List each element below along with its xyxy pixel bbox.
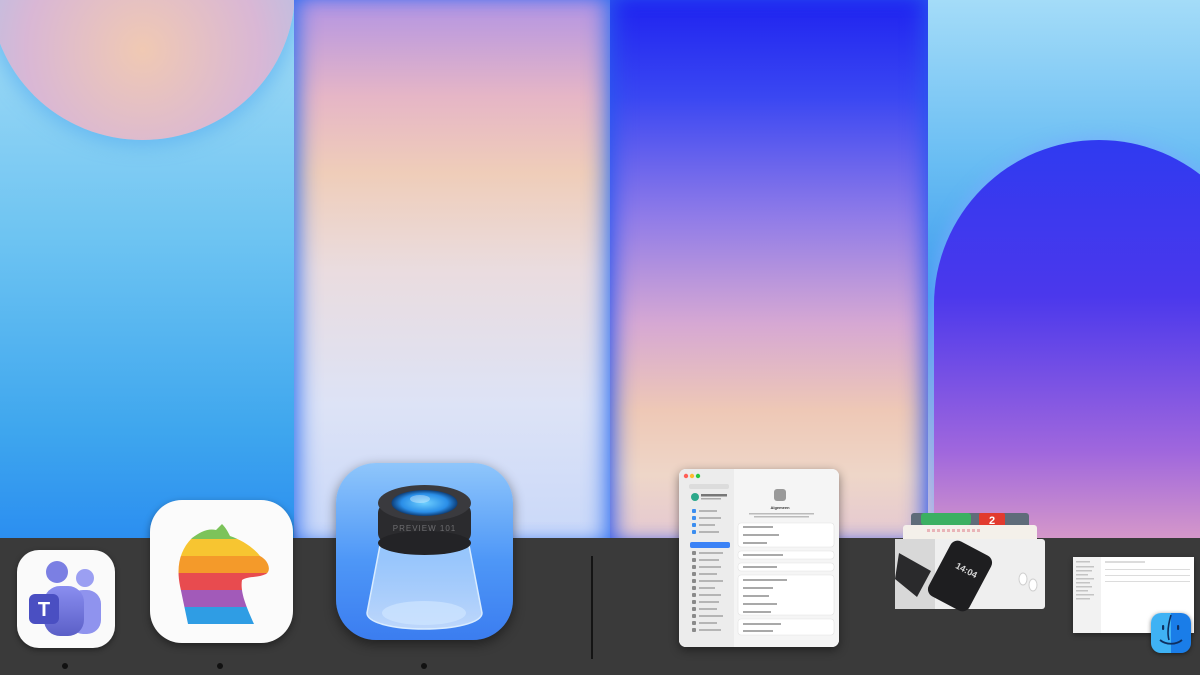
finder-app-icon[interactable] bbox=[1151, 613, 1191, 653]
finder-icon bbox=[1159, 614, 1183, 645]
settings-window-title: Algemeen bbox=[770, 505, 790, 510]
preview-app-icon[interactable]: PREVIEW 101 bbox=[336, 463, 513, 640]
wallpaper-panel-2 bbox=[294, 0, 610, 540]
teams-letter: T bbox=[38, 599, 50, 621]
teams-running-indicator bbox=[62, 663, 68, 669]
settings-window-preview: Algemeen bbox=[679, 469, 839, 647]
dock: T PREVIEW 101 Algemeen 2 14:04 bbox=[0, 463, 1200, 675]
dock-divider bbox=[591, 556, 593, 659]
teams-app-icon[interactable]: T bbox=[17, 550, 115, 648]
preview-running-indicator bbox=[421, 663, 427, 669]
photos-window-preview: 2 14:04 bbox=[895, 513, 1045, 612]
bear-running-indicator bbox=[217, 663, 223, 669]
wallpaper-panel-4 bbox=[928, 0, 1200, 540]
photos-window-thumbnail[interactable]: 2 14:04 bbox=[895, 513, 1047, 613]
wallpaper-panel-3 bbox=[610, 0, 928, 540]
desktop-wallpaper bbox=[0, 0, 1200, 540]
wallpaper-orb bbox=[0, 0, 295, 140]
wallpaper-dome bbox=[934, 140, 1200, 540]
bear-icon bbox=[178, 524, 269, 624]
preview-lens-label: PREVIEW 101 bbox=[393, 524, 456, 533]
bear-app-icon[interactable] bbox=[150, 500, 293, 643]
preview-icon: PREVIEW 101 bbox=[366, 485, 483, 630]
teams-icon: T bbox=[29, 561, 101, 636]
settings-window-thumbnail[interactable]: Algemeen bbox=[679, 469, 839, 647]
wallpaper-panel-1 bbox=[0, 0, 295, 540]
